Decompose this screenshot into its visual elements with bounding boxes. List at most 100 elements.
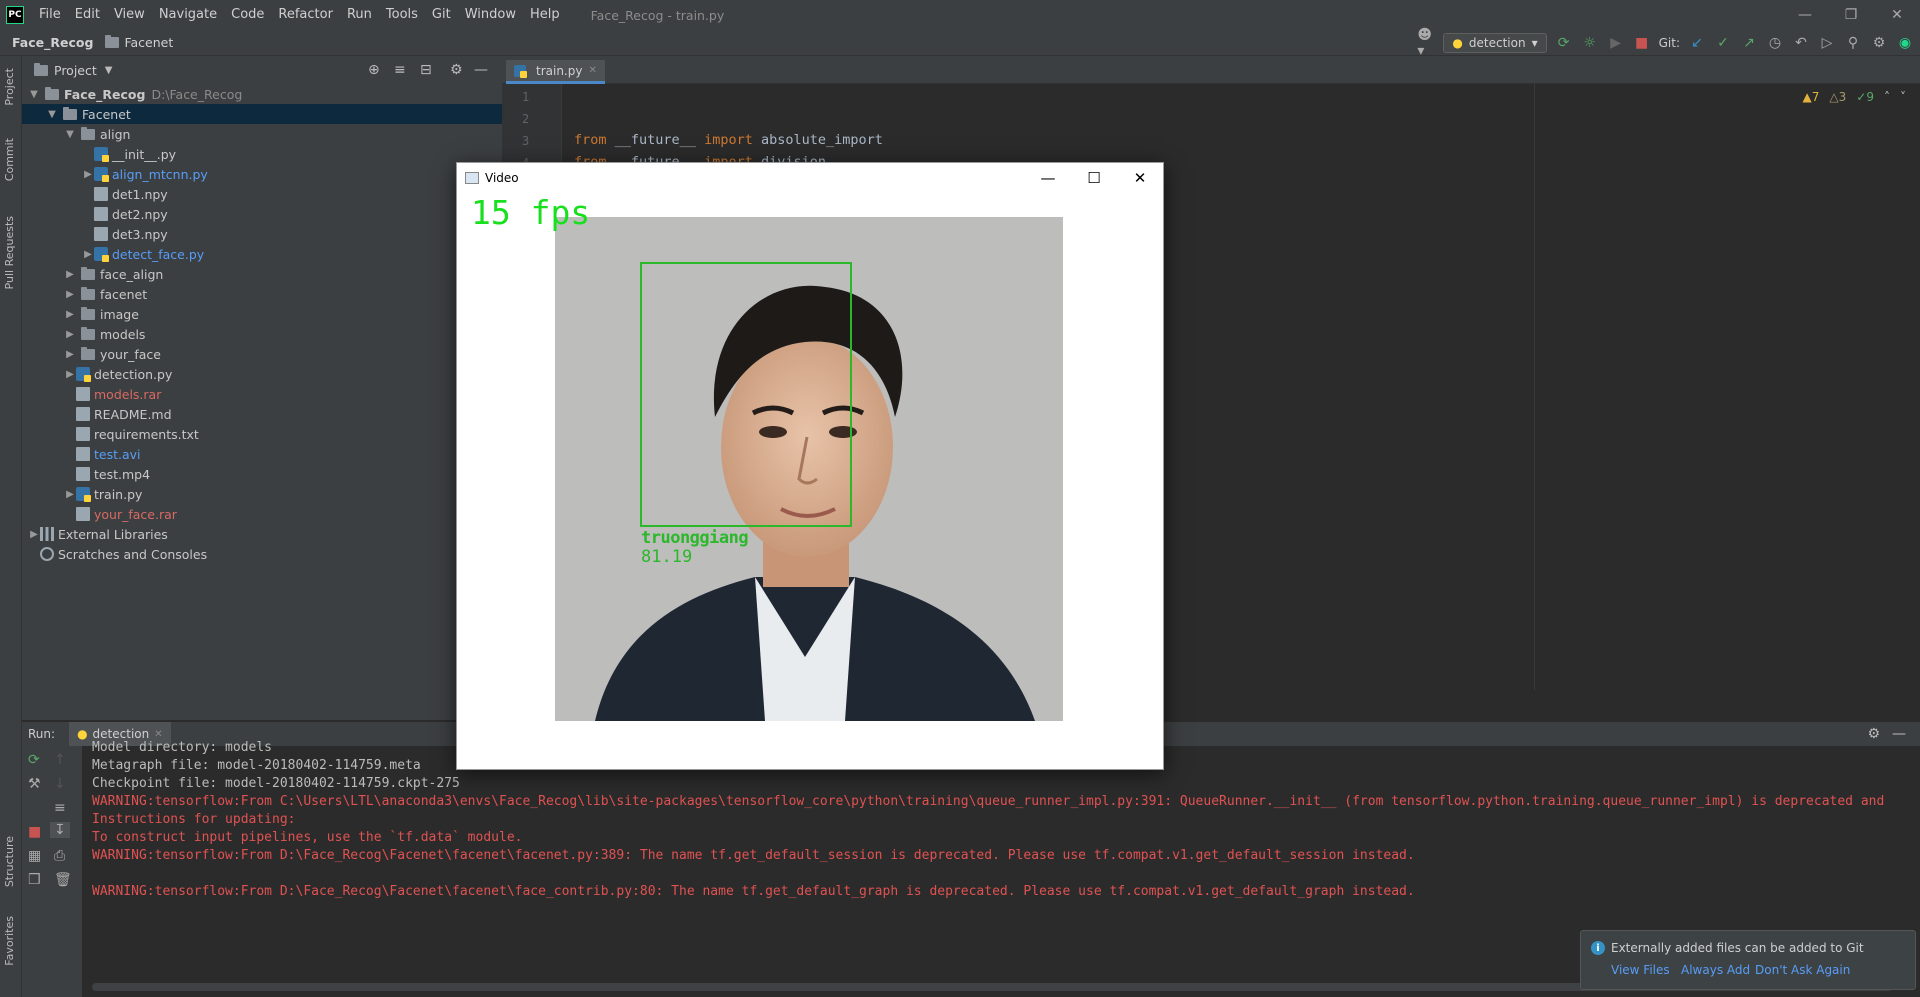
minimize-icon[interactable]: —: [1782, 0, 1828, 30]
run-configuration-select[interactable]: ● detection ▾: [1443, 33, 1547, 53]
chevron-down-icon[interactable]: ▼: [46, 109, 58, 120]
close-icon[interactable]: ✕: [1874, 0, 1920, 30]
git-update-icon[interactable]: ↙: [1688, 34, 1706, 52]
tree-item[interactable]: ▶ your_face: [22, 344, 502, 364]
history-icon[interactable]: ◷: [1766, 34, 1784, 52]
pin-icon[interactable]: ❒: [28, 872, 41, 888]
menu-window[interactable]: Window: [458, 0, 523, 30]
user-icon[interactable]: ☻▾: [1417, 27, 1435, 59]
breadcrumb-project[interactable]: Face_Recog: [0, 35, 93, 50]
tree-item[interactable]: det3.npy: [22, 224, 502, 244]
rollback-icon[interactable]: ↶: [1792, 34, 1810, 52]
tree-item[interactable]: models.rar: [22, 384, 502, 404]
tree-item[interactable]: test.avi: [22, 444, 502, 464]
breadcrumb-folder[interactable]: Facenet: [93, 35, 173, 50]
down-arrow-icon[interactable]: ↓: [54, 776, 66, 792]
tree-item[interactable]: ▶ train.py: [22, 484, 502, 504]
print-icon[interactable]: ⎙: [54, 848, 65, 864]
menu-edit[interactable]: Edit: [68, 0, 107, 30]
menu-help[interactable]: Help: [523, 0, 567, 30]
chevron-down-icon[interactable]: ▼: [28, 89, 40, 100]
menu-file[interactable]: File: [32, 0, 68, 30]
pull-requests-tool-tab[interactable]: Pull Requests: [3, 216, 16, 289]
soft-wrap-icon[interactable]: ≡: [54, 800, 66, 816]
tree-root[interactable]: ▼ Face_Recog D:\Face_Recog: [22, 84, 502, 104]
chevron-right-icon[interactable]: ▶: [64, 309, 76, 320]
expand-all-icon[interactable]: ≡: [394, 62, 406, 78]
menu-code[interactable]: Code: [224, 0, 271, 30]
tree-item[interactable]: ▶ detection.py: [22, 364, 502, 384]
tab-train-py[interactable]: train.py ✕: [506, 60, 605, 84]
chevron-right-icon[interactable]: ▶: [64, 329, 76, 340]
structure-tool-tab[interactable]: Structure: [3, 836, 16, 887]
git-commit-icon[interactable]: ✓: [1714, 34, 1732, 52]
menu-refactor[interactable]: Refactor: [271, 0, 340, 30]
menu-view[interactable]: View: [107, 0, 152, 30]
maximize-icon[interactable]: ☐: [1071, 163, 1117, 193]
view-files-link[interactable]: View Files: [1611, 963, 1670, 977]
collapse-all-icon[interactable]: ⊟: [420, 62, 432, 78]
restore-icon[interactable]: ❐: [1828, 0, 1874, 30]
tree-item[interactable]: ▶ facenet: [22, 284, 502, 304]
locate-icon[interactable]: ⊕: [368, 62, 380, 78]
commit-tool-tab[interactable]: Commit: [3, 138, 16, 181]
gear-icon[interactable]: ⚙: [450, 62, 463, 78]
plugin-icon[interactable]: ◉: [1896, 34, 1914, 52]
chevron-right-icon[interactable]: ▶: [64, 369, 76, 380]
menu-git[interactable]: Git: [425, 0, 458, 30]
chevron-right-icon[interactable]: ▶: [82, 169, 94, 180]
close-tab-icon[interactable]: ✕: [154, 729, 162, 740]
project-panel-title[interactable]: Project: [54, 63, 97, 78]
tree-item[interactable]: ▶ External Libraries: [22, 524, 502, 544]
tree-item[interactable]: ▼ align: [22, 124, 502, 144]
tree-item[interactable]: det1.npy: [22, 184, 502, 204]
git-push-icon[interactable]: ↗: [1740, 34, 1758, 52]
tree-item[interactable]: Scratches and Consoles: [22, 544, 502, 564]
scroll-to-end-icon[interactable]: ↧: [50, 822, 70, 838]
tree-item[interactable]: ▶ models: [22, 324, 502, 344]
rerun-icon[interactable]: ⟳: [1555, 34, 1573, 52]
search-icon[interactable]: ⚲: [1844, 34, 1862, 52]
dont-ask-again-link[interactable]: Don't Ask Again: [1755, 963, 1850, 977]
close-tab-icon[interactable]: ✕: [588, 65, 596, 76]
gear-icon[interactable]: ⚙: [1867, 726, 1880, 742]
rerun-icon[interactable]: ⟳: [28, 752, 40, 768]
project-tool-tab[interactable]: Project: [3, 68, 16, 106]
up-arrow-icon[interactable]: ↑: [54, 752, 66, 768]
chevron-right-icon[interactable]: ▶: [82, 249, 94, 260]
tree-item[interactable]: ▶ image: [22, 304, 502, 324]
chevron-down-icon[interactable]: ▼: [105, 65, 113, 76]
trash-icon[interactable]: 🗑: [54, 872, 72, 888]
chevron-right-icon[interactable]: ▶: [64, 489, 76, 500]
stop-icon[interactable]: ■: [1633, 34, 1651, 52]
tree-item[interactable]: __init__.py: [22, 144, 502, 164]
stop-icon[interactable]: ■: [28, 824, 41, 840]
coverage-icon[interactable]: ▶: [1607, 34, 1625, 52]
close-icon[interactable]: ✕: [1117, 163, 1163, 193]
tree-item[interactable]: ▶ face_align: [22, 264, 502, 284]
tree-item[interactable]: ▼ Facenet: [22, 104, 502, 124]
tree-item[interactable]: ▶ align_mtcnn.py: [22, 164, 502, 184]
minimize-icon[interactable]: —: [1025, 163, 1071, 193]
menu-run[interactable]: Run: [340, 0, 379, 30]
tree-item[interactable]: requirements.txt: [22, 424, 502, 444]
debug-icon[interactable]: ☼: [1581, 34, 1599, 52]
tree-item[interactable]: README.md: [22, 404, 502, 424]
tree-item[interactable]: det2.npy: [22, 204, 502, 224]
chevron-down-icon[interactable]: ▼: [64, 129, 76, 140]
always-add-link[interactable]: Always Add: [1681, 963, 1750, 977]
tree-item[interactable]: your_face.rar: [22, 504, 502, 524]
hide-icon[interactable]: —: [1892, 726, 1906, 742]
layout-icon[interactable]: ▦: [28, 848, 41, 864]
hide-icon[interactable]: —: [474, 62, 488, 78]
favorites-tool-tab[interactable]: Favorites: [3, 916, 16, 966]
menu-tools[interactable]: Tools: [379, 0, 425, 30]
chevron-down-icon[interactable]: ˅: [1900, 90, 1906, 104]
inspection-widget[interactable]: ▲7 △3 ✓9 ˄ ˅: [1803, 90, 1906, 104]
wrench-icon[interactable]: ⚒: [28, 776, 41, 792]
video-titlebar[interactable]: Video — ☐ ✕: [457, 163, 1163, 193]
settings-icon[interactable]: ⚙: [1870, 34, 1888, 52]
tree-item[interactable]: test.mp4: [22, 464, 502, 484]
chevron-right-icon[interactable]: ▶: [64, 269, 76, 280]
menu-navigate[interactable]: Navigate: [152, 0, 224, 30]
